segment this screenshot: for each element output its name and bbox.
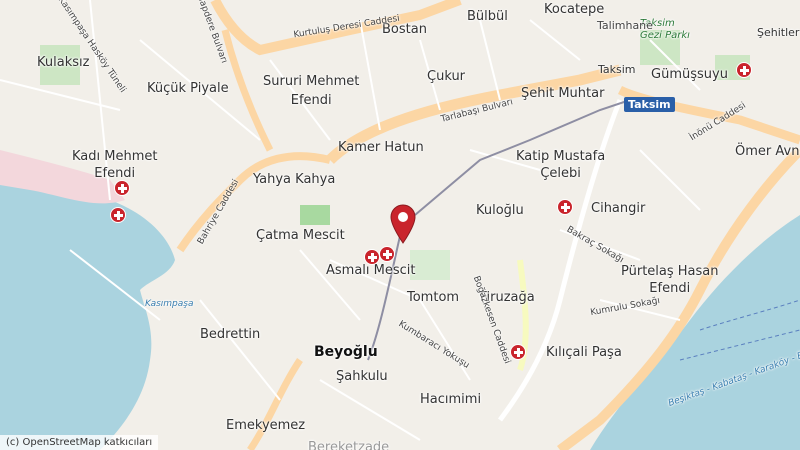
attribution-link[interactable]: (c) OpenStreetMap katkıcıları [6, 437, 152, 448]
stadium-field [300, 205, 330, 225]
label-tomtom: Tomtom [407, 290, 460, 305]
taksim-station-badge[interactable]: Taksim [624, 97, 675, 112]
label-kamer-hatun: Kamer Hatun [338, 140, 424, 155]
label-cihangir: Cihangir [591, 201, 646, 216]
label-sahkulu: Şahkulu [336, 369, 388, 384]
hospital-icon[interactable] [110, 207, 126, 223]
label-sehitler: Şehitler [757, 26, 800, 39]
label-kucuk-piyale: Küçük Piyale [147, 81, 229, 96]
label-taksim: Taksim [598, 63, 636, 76]
label-sehit-muhtar: Şehit Muhtar [521, 86, 605, 101]
label-talimhane: Talimhane [597, 19, 653, 32]
label-beyoglu: Beyoğlu [314, 344, 378, 360]
label-hacimimi: Hacımimi [420, 392, 482, 407]
hospital-icon[interactable] [114, 180, 130, 196]
label-asmali-mescit: Asmalı Mescit [326, 263, 416, 278]
park-patch [410, 250, 450, 280]
label-bulbul: Bülbül [467, 9, 508, 24]
hospital-icon[interactable] [364, 249, 380, 265]
label-bedrettin: Bedrettin [200, 327, 261, 342]
bosphorus-water [590, 215, 800, 450]
label-sururi: Sururi Mehmet Efendi [263, 74, 360, 108]
map-attribution[interactable]: (c) OpenStreetMap katkıcıları [0, 435, 159, 450]
label-yahya-kahya: Yahya Kahya [253, 172, 336, 187]
label-kilicali: Kılıçali Paşa [546, 345, 622, 360]
hospital-icon[interactable] [736, 62, 752, 78]
hospital-icon[interactable] [379, 246, 395, 262]
hospital-icon[interactable] [557, 199, 573, 215]
label-kocatepe: Kocatepe [544, 2, 605, 17]
hospital-icon[interactable] [510, 344, 526, 360]
label-kuloglu: Kuloğlu [476, 203, 524, 218]
label-kadi-mehmet: Kadı Mehmet Efendi [72, 149, 158, 181]
label-purtelas: Pürtelaş Hasan Efendi [621, 264, 719, 296]
golden-horn-water [0, 181, 175, 450]
label-cukur: Çukur [427, 69, 466, 84]
label-emekyemez: Emekyemez [226, 418, 306, 433]
label-kasimpasa-station: Kasımpaşa [145, 299, 194, 309]
location-pin-icon[interactable] [390, 204, 416, 244]
map-canvas[interactable]: Bülbül Kocatepe Bostan Çukur Şehit Muhta… [0, 0, 800, 450]
road-south [247, 358, 303, 450]
label-bereketzade: Bereketzade [308, 440, 390, 450]
label-gumussuyu: Gümüşsuyu [651, 67, 728, 82]
label-omer-avni: Ömer Avni [735, 144, 800, 159]
label-kulaksiz: Kulaksız [37, 55, 90, 70]
label-catma-mescit: Çatma Mescit [256, 228, 345, 243]
label-katip-mustafa: Katip Mustafa Çelebi [516, 149, 606, 181]
